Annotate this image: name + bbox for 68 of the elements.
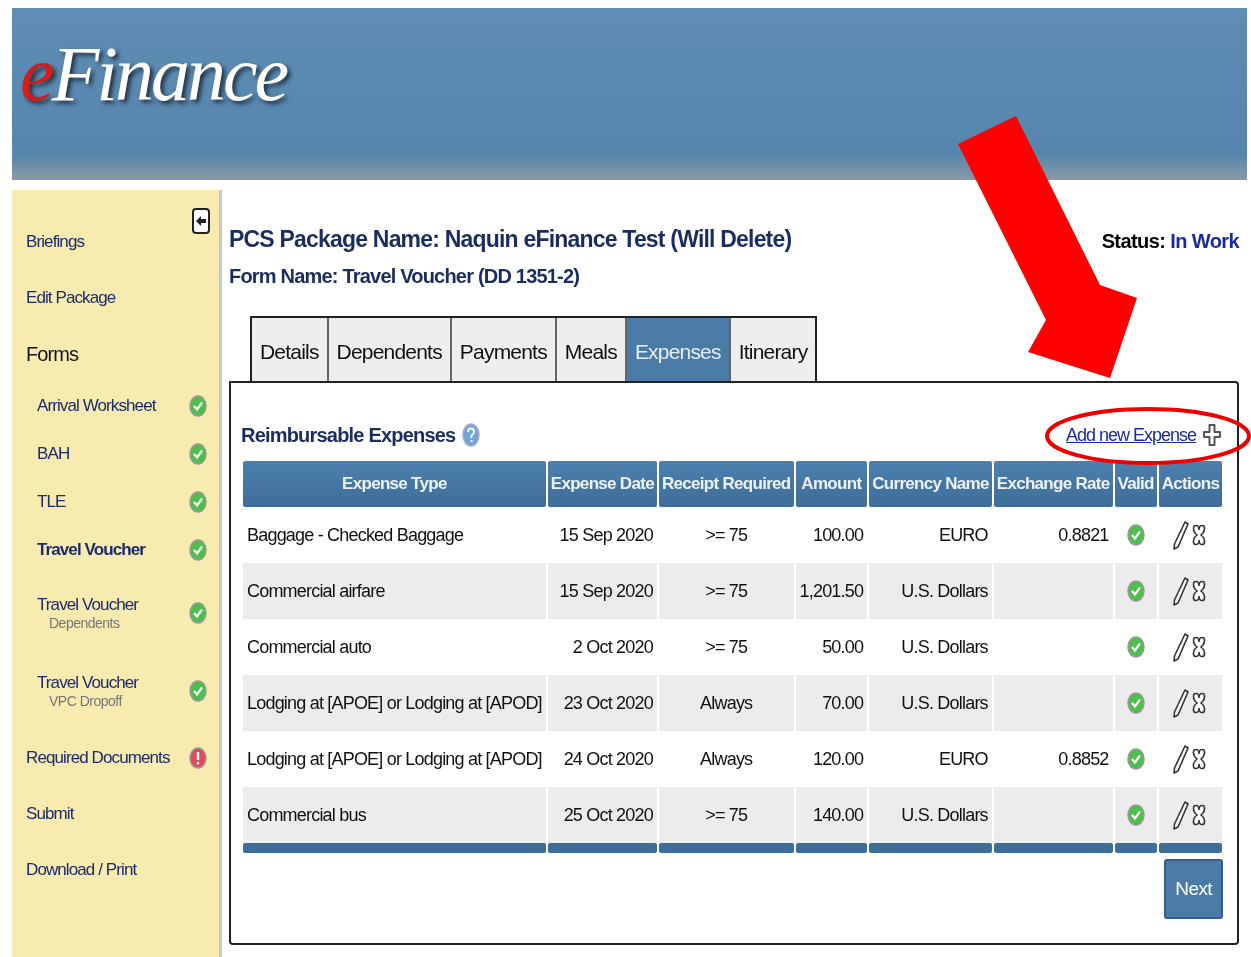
table-cell-text: 15 Sep 2020 <box>558 523 654 547</box>
sidebar-link[interactable]: Download / Print <box>26 860 137 880</box>
sidebar-link[interactable]: TLE <box>37 492 66 512</box>
tab[interactable]: Itinerary <box>730 318 816 381</box>
table-cell-text: Lodging at [APOE] or Lodging at [APOD] <box>246 747 543 771</box>
next-button[interactable]: Next <box>1164 859 1223 919</box>
package-title: PCS Package Name: Naquin eFinance Test (Will Delete) <box>229 226 792 253</box>
sidebar-link[interactable]: Travel Voucher <box>37 673 139 693</box>
table-cell: 0.8852 <box>1058 748 1109 769</box>
sidebar-heading: Forms <box>26 342 79 366</box>
column-header: Actions <box>1158 461 1223 507</box>
sidebar-sublabel: Dependents <box>48 615 121 631</box>
tab[interactable]: Details <box>252 318 329 381</box>
app-logo: eFinance <box>20 29 287 119</box>
tab[interactable]: Dependents <box>328 318 452 381</box>
table-cell: 1,201.50 <box>795 563 868 619</box>
table-cell: U.S. Dollars <box>869 787 992 843</box>
column-header: Expense Type <box>243 461 546 507</box>
form-title: Form Name: Travel Voucher (DD 1351-2) <box>229 265 581 288</box>
table-cell-text: Baggage - Checked Baggage <box>246 523 465 547</box>
sidebar-link[interactable]: Travel Voucher <box>37 595 139 615</box>
table-cell-text: 2 Oct 2020 <box>571 635 654 659</box>
sidebar-link[interactable]: Submit <box>26 804 74 824</box>
status-value: In Work <box>1170 230 1239 254</box>
column-header: Currency Name <box>869 461 992 507</box>
add-expense-link[interactable]: Add new Expense <box>1065 424 1196 446</box>
table-cell-text: 120.00 <box>811 747 865 771</box>
table-cell-text: >= 75 <box>704 635 749 659</box>
sidebar-sublabel: VPC Dropoff <box>48 693 124 709</box>
table-cell: 23 Oct 2020 <box>547 675 657 731</box>
column-header: Amount <box>795 461 868 507</box>
tab[interactable]: Payments <box>451 318 557 381</box>
table-cell-text: 24 Oct 2020 <box>562 747 654 771</box>
sidebar-link[interactable]: Edit Package <box>26 288 116 308</box>
table-cell: 15 Sep 2020 <box>547 563 657 619</box>
section-title: Reimbursable Expenses <box>241 423 456 447</box>
table-cell-text: EURO <box>937 523 989 547</box>
table-cell-text: Commercial auto <box>246 635 373 659</box>
table-cell: 25 Oct 2020 <box>547 787 657 843</box>
table-cell-text: 100.00 <box>811 523 865 547</box>
table-cell-text: 50.00 <box>821 635 865 659</box>
column-header: Valid <box>1114 461 1157 507</box>
sidebar-link[interactable]: Required Documents <box>26 748 170 768</box>
table-cell: 0.8821 <box>1058 524 1109 545</box>
table-cell: 70.00 <box>795 675 868 731</box>
table-cell-text: EURO <box>937 747 989 771</box>
tab[interactable]: Meals <box>556 318 627 381</box>
table-cell: >= 75 <box>658 563 794 619</box>
table-cell: Always <box>658 675 794 731</box>
status-label: Status: <box>1101 230 1166 254</box>
table-cell-text: U.S. Dollars <box>900 635 989 659</box>
table-cell: >= 75 <box>658 787 794 843</box>
table-cell: Lodging at [APOE] or Lodging at [APOD] <box>243 675 546 731</box>
table-cell: U.S. Dollars <box>869 675 992 731</box>
sidebar-link[interactable]: BAH <box>37 444 70 464</box>
sidebar-link[interactable]: Travel Voucher <box>37 540 146 560</box>
table-cell: U.S. Dollars <box>869 563 992 619</box>
column-header: Receipt Required <box>658 461 794 507</box>
sidebar-link[interactable]: Briefings <box>26 232 85 252</box>
tab[interactable]: Expenses <box>626 318 731 381</box>
column-header: Exchange Rate <box>993 461 1113 507</box>
table-cell: 140.00 <box>795 787 868 843</box>
table-cell: Commercial bus <box>243 787 546 843</box>
table-cell: Commercial airfare <box>243 563 546 619</box>
sidebar-link[interactable]: Arrival Worksheet <box>37 396 156 416</box>
table-cell-text: Always <box>699 747 754 771</box>
table-cell-text: >= 75 <box>704 523 749 547</box>
column-header: Expense Date <box>547 461 657 507</box>
